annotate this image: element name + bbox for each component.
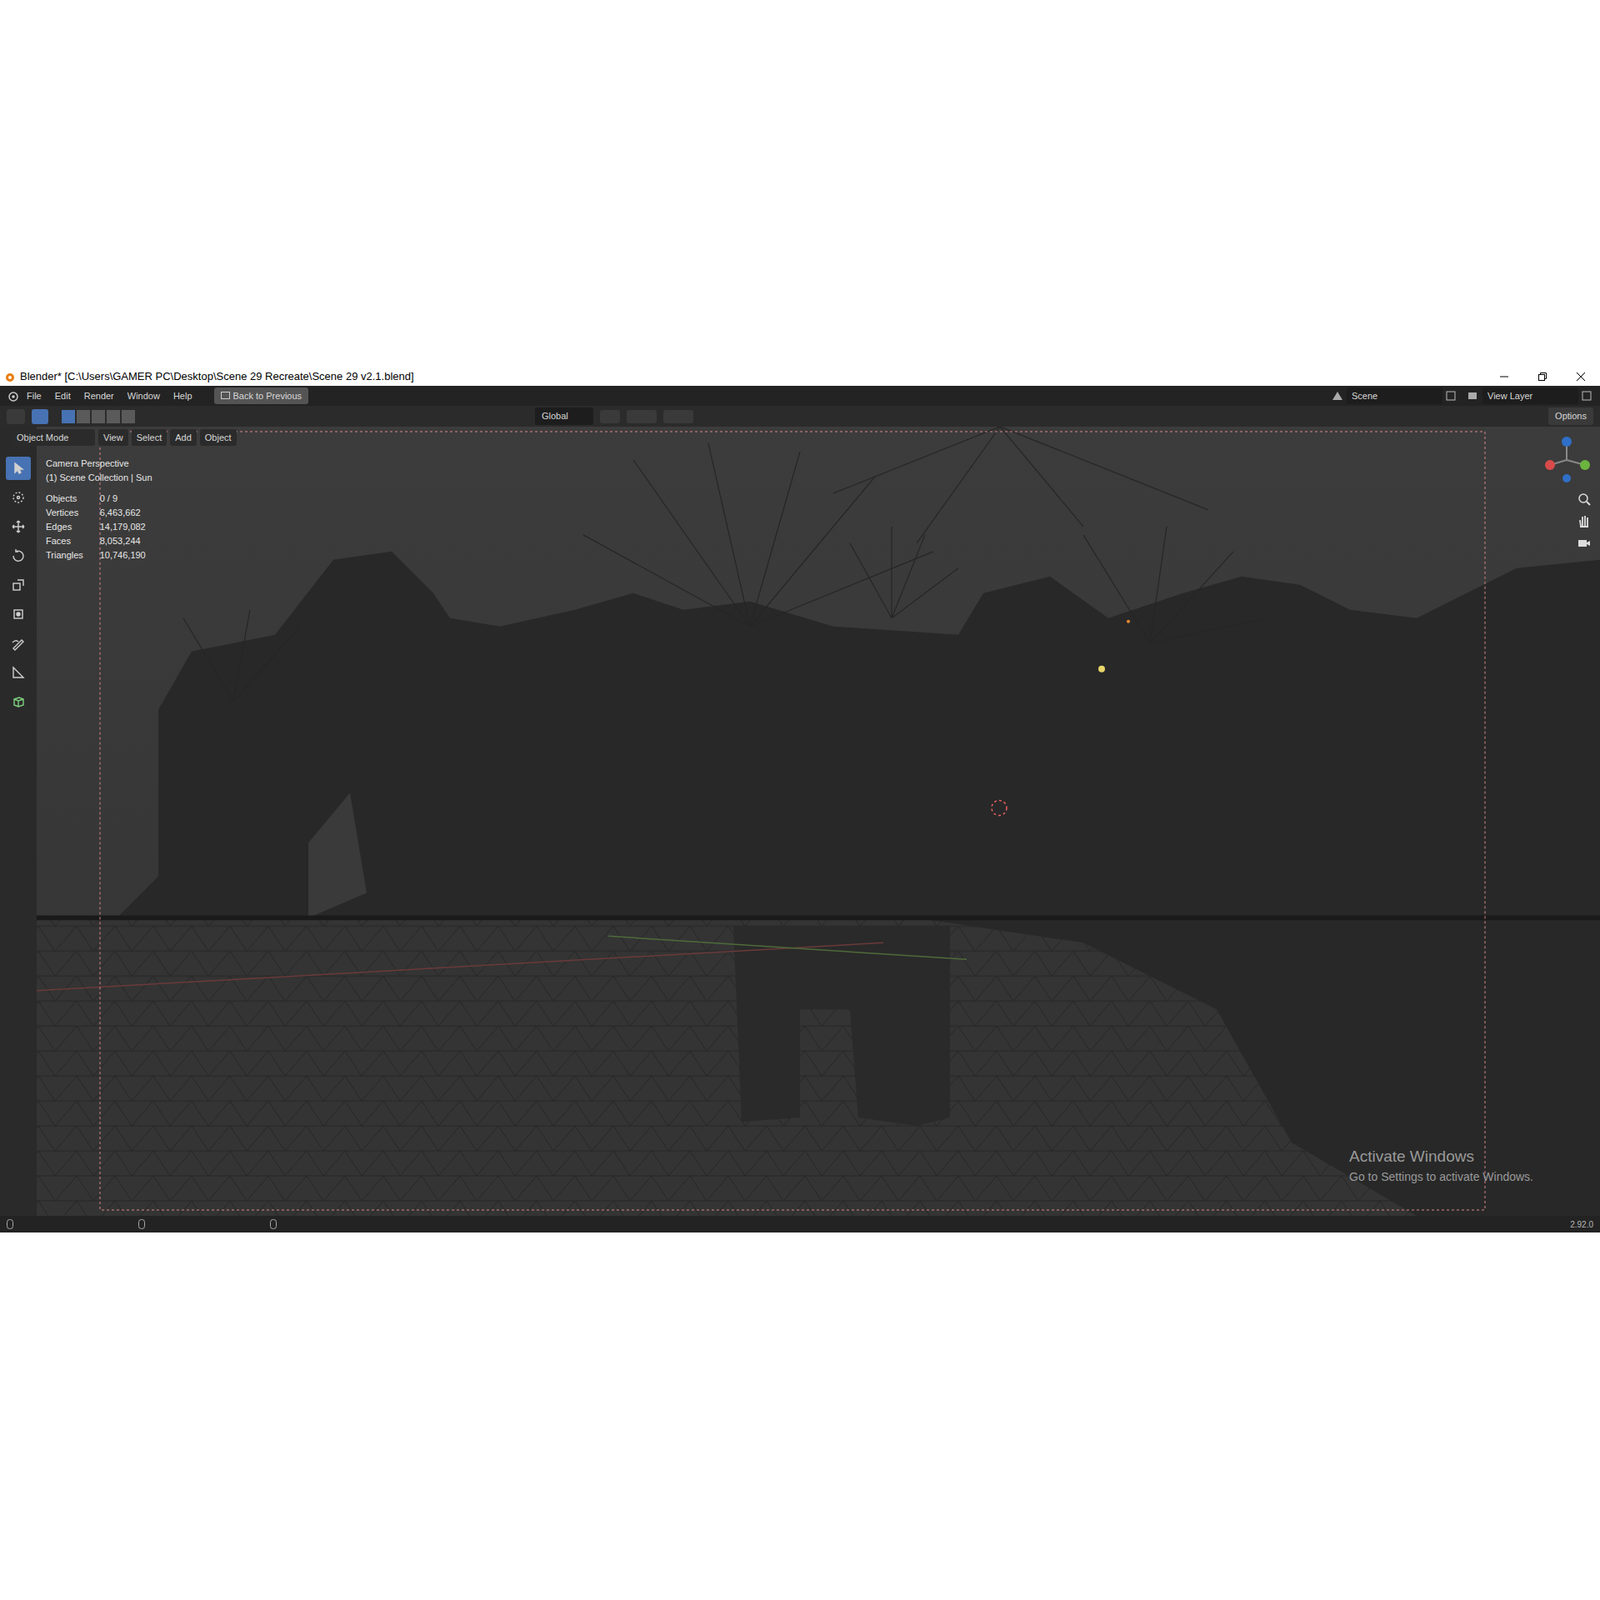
close-icon: [1576, 372, 1585, 381]
watermark-title: Activate Windows: [1349, 1145, 1534, 1170]
menu-item[interactable]: Help: [168, 389, 198, 404]
tool-button[interactable]: [5, 690, 31, 714]
pivot-button[interactable]: [600, 410, 620, 424]
minimize-button[interactable]: [1485, 367, 1524, 386]
restore-icon: [1538, 372, 1547, 381]
selection-mode-button[interactable]: [91, 410, 105, 424]
stat-label: Faces: [45, 534, 90, 549]
snap-button[interactable]: [626, 410, 657, 424]
new-view-layer-icon[interactable]: [1581, 390, 1594, 401]
stat-value: 10,746,190: [100, 548, 153, 563]
title-bar: Blender* [C:\Users\GAMER PC\Desktop\Scen…: [0, 367, 1600, 386]
zoom-icon[interactable]: [1576, 491, 1592, 507]
viewport-menu-item[interactable]: Object: [200, 429, 237, 447]
transform-icon: [10, 606, 26, 622]
selection-mode-button[interactable]: [121, 410, 135, 424]
viewport-header: Object ModeViewSelectAddObject: [5, 426, 244, 449]
viewport-nav: [1541, 435, 1592, 550]
navigation-gizmo-icon[interactable]: [1541, 435, 1592, 485]
viewport-menu-item[interactable]: View: [98, 429, 129, 447]
page: Blender* [C:\Users\GAMER PC\Desktop\Scen…: [0, 0, 1600, 1600]
view-title: Camera Perspective: [45, 456, 153, 471]
menu-item[interactable]: Window: [122, 389, 165, 404]
selection-mode-button[interactable]: [61, 410, 75, 424]
measure-icon: [10, 665, 26, 680]
editor-type-button[interactable]: [6, 409, 25, 425]
view-layer-field[interactable]: View Layer: [1482, 387, 1579, 405]
menu-bar: FileEditRenderWindowHelp Back to Previous…: [0, 385, 1600, 406]
scene-field[interactable]: Scene: [1346, 387, 1443, 405]
scene-render: [0, 426, 1600, 1216]
move-icon: [10, 519, 26, 535]
tool-button[interactable]: [5, 544, 31, 568]
rotate-icon: [10, 548, 26, 564]
new-scene-icon[interactable]: [1445, 390, 1458, 401]
tool-button[interactable]: [5, 573, 31, 597]
version-label: 2.92.0: [1570, 1218, 1594, 1231]
blender-logo-icon: [3, 370, 15, 383]
tool-button[interactable]: [5, 660, 31, 685]
restore-button[interactable]: [1523, 367, 1562, 386]
options-dropdown[interactable]: Options: [1548, 407, 1594, 425]
blender-menu-icon[interactable]: [6, 390, 19, 402]
scale-icon: [10, 577, 26, 593]
stat-label: Edges: [45, 520, 90, 535]
viewport-menu-item[interactable]: Add: [170, 429, 197, 447]
stat-label: Vertices: [45, 505, 90, 520]
view-context: (1) Scene Collection | Sun: [45, 470, 153, 485]
stat-label: Objects: [45, 491, 90, 506]
mouse-right-icon: [270, 1219, 277, 1230]
camera-icon[interactable]: [1576, 535, 1592, 550]
mouse-middle-icon: [138, 1219, 145, 1230]
tool-button[interactable]: [5, 485, 31, 510]
mode-dropdown[interactable]: Object Mode: [11, 429, 95, 447]
menu-item[interactable]: Edit: [50, 389, 76, 404]
toolbar: [0, 426, 37, 1216]
tool-header: Global Options: [0, 405, 1600, 427]
viewport[interactable]: Object ModeViewSelectAddObject Camera Per…: [0, 426, 1600, 1216]
orientation-dropdown[interactable]: Global: [535, 407, 594, 425]
selection-mode-button[interactable]: [106, 410, 120, 424]
select-box-button[interactable]: [31, 409, 49, 425]
pan-hand-icon[interactable]: [1576, 513, 1592, 529]
back-to-previous-button[interactable]: Back to Previous: [214, 387, 310, 405]
close-button[interactable]: [1561, 367, 1600, 386]
window-title: Blender* [C:\Users\GAMER PC\Desktop\Scen…: [20, 368, 415, 385]
activation-watermark: Activate WindowsGo to Settings to activa…: [1349, 1145, 1534, 1187]
viewport-menu-item[interactable]: Select: [131, 429, 168, 447]
view-layer-icon: [1467, 390, 1480, 401]
annotate-icon: [10, 635, 26, 651]
scene-icon: [1331, 390, 1344, 401]
stat-value: 6,463,662: [100, 505, 153, 520]
selection-mode-button[interactable]: [76, 410, 90, 424]
stat-value: 8,053,244: [100, 534, 153, 549]
watermark-subtitle: Go to Settings to activate Windows.: [1349, 1168, 1534, 1186]
minimize-icon: [1500, 372, 1509, 381]
stat-value: 0 / 9: [100, 491, 153, 506]
blender-window: Blender* [C:\Users\GAMER PC\Desktop\Scen…: [0, 367, 1600, 1233]
cursor-icon: [10, 490, 26, 505]
proportional-button[interactable]: [663, 410, 694, 424]
menu-item[interactable]: File: [21, 389, 47, 404]
status-bar: 2.92.0: [0, 1215, 1600, 1233]
tool-button[interactable]: [5, 631, 31, 655]
tool-button[interactable]: [5, 515, 31, 539]
tool-button[interactable]: [5, 602, 31, 626]
mouse-left-icon: [6, 1219, 14, 1230]
menu-item[interactable]: Render: [79, 389, 120, 404]
tool-button[interactable]: [5, 456, 31, 480]
add-cube-icon: [10, 694, 26, 710]
stat-label: Triangles: [45, 548, 90, 563]
viewport-info: Camera Perspective(1) Scene Collection |…: [45, 456, 153, 563]
stat-value: 14,179,082: [100, 520, 153, 535]
stats: Objects 0 / 9 Vertices 6,463,662 Edges 14,179…: [45, 491, 153, 563]
screen-icon: [220, 391, 230, 400]
select-icon: [10, 460, 26, 476]
